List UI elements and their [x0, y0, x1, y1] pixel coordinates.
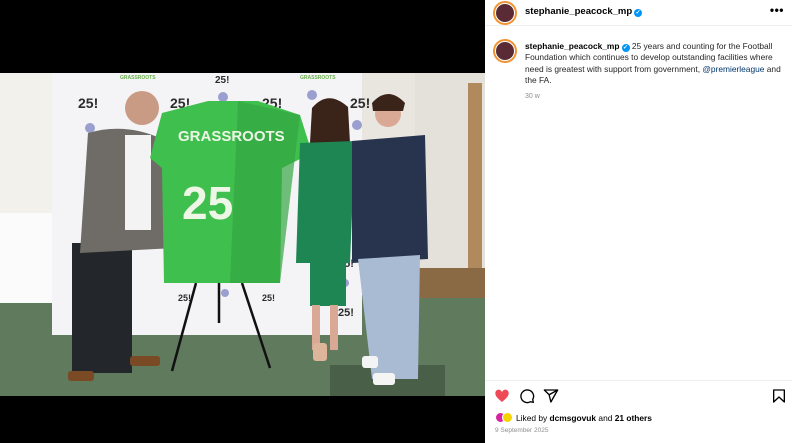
- share-icon[interactable]: [543, 388, 559, 404]
- backdrop-text: GRASSROOTS: [300, 75, 336, 81]
- post-media[interactable]: 25! 25! 25! 25! 25! 25! 25! 25! 25! GRAS…: [0, 0, 485, 443]
- backdrop-logo: 25!: [78, 95, 98, 111]
- post-time[interactable]: 30 w: [525, 93, 540, 100]
- comment-icon[interactable]: [519, 388, 535, 404]
- jersey-number: 25: [182, 177, 233, 229]
- post-panel: stephanie_peacock_mp ✓ ••• stephanie_peac…: [485, 0, 792, 443]
- backdrop-logo: 25!: [215, 75, 229, 86]
- post-date: 9 September 2025: [495, 427, 549, 434]
- liker-avatars: [495, 412, 513, 423]
- verified-badge-icon: ✓: [634, 9, 643, 17]
- action-bar: [485, 380, 792, 410]
- bookmark-icon[interactable]: [771, 388, 787, 404]
- caption-avatar[interactable]: [493, 39, 517, 63]
- jersey-title: GRASSROOTS: [178, 128, 285, 145]
- caption-text: stephanie_peacock_mp ✓ 25 years and count…: [525, 41, 785, 86]
- post-photo: 25! 25! 25! 25! 25! 25! 25! 25! 25! GRAS…: [0, 73, 485, 396]
- post-header: stephanie_peacock_mp ✓ •••: [485, 0, 792, 26]
- liker-username[interactable]: dcmsgovuk: [550, 413, 597, 423]
- heart-icon[interactable]: [494, 388, 510, 404]
- backdrop-logo: 25!: [262, 293, 275, 303]
- avatar[interactable]: [493, 1, 517, 25]
- author-username[interactable]: stephanie_peacock_mp ✓: [525, 6, 643, 17]
- backdrop-text: GRASSROOTS: [120, 75, 156, 81]
- likes-summary[interactable]: Liked by dcmsgovuk and 21 others: [495, 412, 652, 426]
- backdrop-logo: 25!: [338, 307, 354, 319]
- backdrop-logo: 25!: [178, 293, 191, 303]
- mention-link[interactable]: @premierleague: [702, 64, 764, 74]
- verified-badge-icon: ✓: [621, 44, 630, 52]
- others-link[interactable]: 21 others: [615, 413, 652, 423]
- caption-username[interactable]: stephanie_peacock_mp ✓: [525, 41, 630, 52]
- backdrop-logo: 25!: [350, 95, 370, 111]
- more-options-icon[interactable]: •••: [770, 3, 784, 17]
